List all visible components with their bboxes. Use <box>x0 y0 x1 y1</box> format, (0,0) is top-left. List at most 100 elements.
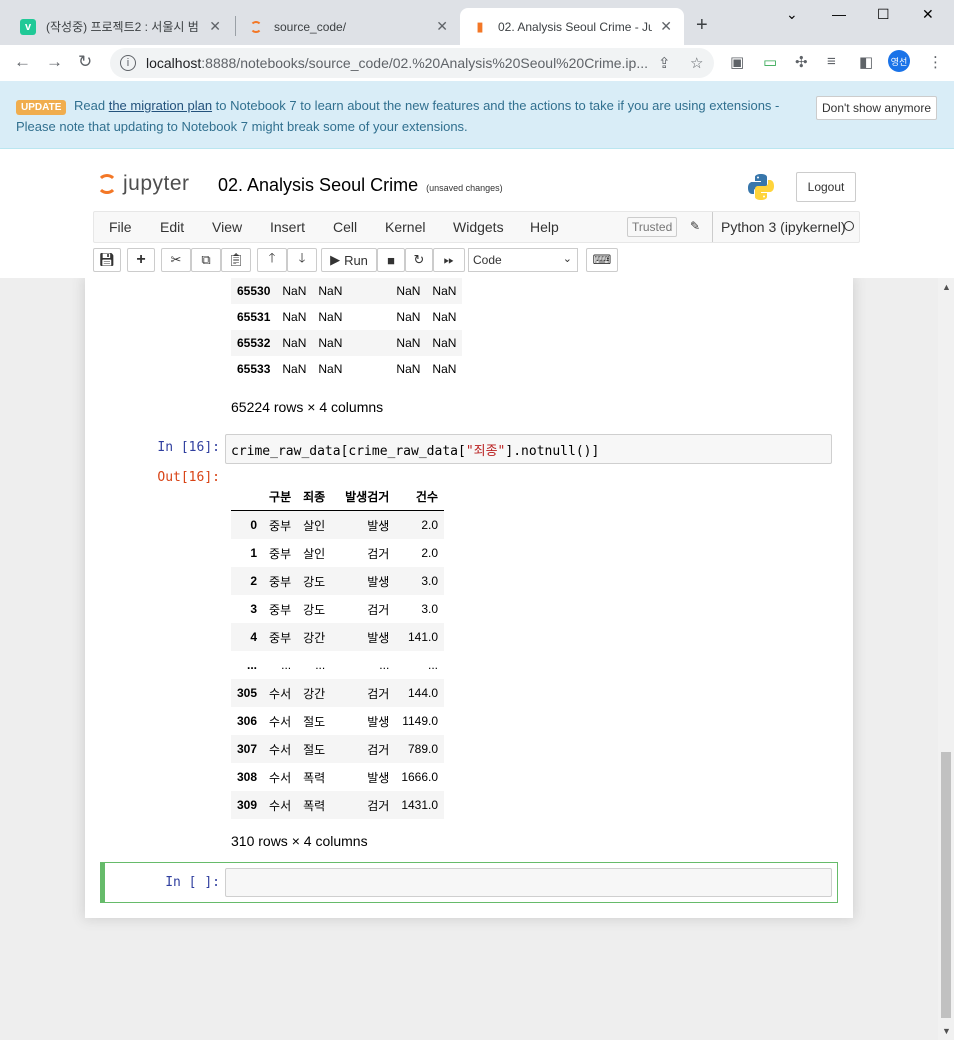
save-button[interactable]: 💾︎ <box>93 248 121 272</box>
banner-text-before: Read <box>74 98 106 113</box>
bookmark-star-icon[interactable]: ☆ <box>690 54 703 72</box>
command-palette-button[interactable]: ⌨ <box>586 248 618 272</box>
more-menu-icon[interactable]: ⋮ <box>928 53 943 71</box>
logout-button[interactable]: Logout <box>796 172 856 202</box>
menu-insert[interactable]: Insert <box>270 219 305 235</box>
jupyter-logo[interactable]: jupyter <box>97 172 190 196</box>
python-logo-icon <box>748 174 774 200</box>
move-up-button[interactable]: 🡑 <box>257 248 287 272</box>
close-icon[interactable]: ✕ <box>436 18 448 35</box>
row-index: 0 <box>250 518 258 532</box>
url-host: localhost <box>146 55 202 71</box>
cell-16-code-input[interactable]: crime_raw_data[crime_raw_data["죄종"].notn… <box>225 434 832 464</box>
scroll-down-icon[interactable]: ▼ <box>942 1026 951 1036</box>
back-icon[interactable]: ← <box>14 52 31 72</box>
maximize-icon[interactable]: ☐ <box>877 6 890 23</box>
browser-tab-notebook[interactable]: ▮ 02. Analysis Seoul Crime - Jupyter ✕ <box>460 8 684 45</box>
row-index: 308 <box>237 770 258 784</box>
share-icon[interactable]: ⇪ <box>658 54 671 72</box>
notebook-site[interactable]: 65530 NaN NaN NaN NaN 65531 NaN NaN NaN NaN 65532 N… <box>0 278 938 1040</box>
tab-search-icon[interactable]: ⌄ <box>786 6 798 23</box>
row-index: 65530 <box>237 284 271 298</box>
minimize-icon[interactable]: — <box>832 6 846 22</box>
scroll-up-icon[interactable]: ▲ <box>942 282 951 292</box>
page-scrollbar[interactable]: ▲ ▼ <box>938 278 954 1040</box>
insert-cell-button[interactable]: + <box>127 248 155 272</box>
run-button[interactable]: ▶ Run <box>321 248 377 272</box>
copy-button[interactable]: ⧉ <box>191 248 221 272</box>
url-bar[interactable]: i localhost:8888/notebooks/source_code/0… <box>110 48 714 78</box>
extension-2-icon[interactable]: ▭ <box>763 53 777 71</box>
table-row: 65532 NaN NaN NaN NaN <box>231 330 463 356</box>
table-cell: ... <box>281 658 292 672</box>
cut-button[interactable]: ✂ <box>161 248 191 272</box>
browser-tab-strip: v (작성중) 프로젝트2 : 서울시 범 ✕ source_code/ ✕ ▮… <box>0 0 954 45</box>
restart-icon: ↻ <box>413 252 425 267</box>
empty-cell-in-prompt: In [ ]: <box>165 875 220 890</box>
notebook-name[interactable]: 02. Analysis Seoul Crime (unsaved change… <box>218 175 503 196</box>
trusted-indicator[interactable]: Trusted <box>627 217 678 237</box>
arrow-up-icon: 🡑 <box>268 250 276 265</box>
table-cell: NaN <box>432 284 457 298</box>
menu-edit[interactable]: Edit <box>160 219 184 235</box>
side-panel-icon[interactable]: ◧ <box>859 53 873 71</box>
dont-show-anymore-button[interactable]: Don't show anymore <box>816 96 938 120</box>
menu-kernel[interactable]: Kernel <box>385 219 425 235</box>
browser-tab-source-code[interactable]: source_code/ ✕ <box>236 8 460 45</box>
reading-list-icon[interactable]: ≡ <box>827 53 836 70</box>
plus-icon: + <box>136 251 146 268</box>
kernel-name[interactable]: Python 3 (ipykernel) <box>712 212 846 242</box>
table-cell: 중부 <box>269 630 292 645</box>
jupyter-icon <box>248 19 264 35</box>
table-row: ............... <box>231 651 444 679</box>
move-down-button[interactable]: 🡓 <box>287 248 317 272</box>
migration-plan-link[interactable]: the migration plan <box>109 98 212 113</box>
cell-type-select[interactable]: Code ⌄ <box>468 248 578 272</box>
table-cell: 1666.0 <box>401 770 439 784</box>
close-icon[interactable]: ✕ <box>660 18 672 35</box>
table-row: 307 수서 절도 검거 789.0 <box>231 735 445 763</box>
row-index: 2 <box>250 574 258 588</box>
table-row: 1 중부 살인 검거 2.0 <box>231 539 444 567</box>
restart-button[interactable]: ↻ <box>405 248 433 272</box>
table-cell: 1431.0 <box>401 798 439 812</box>
extension-1-icon[interactable]: ▣ <box>730 53 744 71</box>
table-cell: 3.0 <box>421 574 439 588</box>
new-tab-icon[interactable]: + <box>696 14 708 37</box>
table-cell: 수서 <box>269 742 292 757</box>
menu-cell[interactable]: Cell <box>333 219 357 235</box>
tab-title: 02. Analysis Seoul Crime - Jupyter <box>498 19 653 34</box>
row-index: 3 <box>250 602 258 616</box>
table-cell: 강도 <box>303 602 326 617</box>
close-icon[interactable]: ✕ <box>209 18 221 35</box>
table-cell: 1149.0 <box>402 714 439 728</box>
extensions-puzzle-icon[interactable]: ✣ <box>795 53 808 71</box>
table-cell: NaN <box>282 362 307 376</box>
menu-view[interactable]: View <box>212 219 242 235</box>
paste-icon: 📋︎ <box>227 252 245 267</box>
reload-icon[interactable]: ↻ <box>78 52 92 72</box>
table-cell: ... <box>379 658 390 672</box>
restart-run-all-button[interactable]: ⏩︎ <box>433 248 465 272</box>
menu-help[interactable]: Help <box>530 219 559 235</box>
paste-button[interactable]: 📋︎ <box>221 248 251 272</box>
table-row: 65530 NaN NaN NaN NaN <box>231 278 463 304</box>
table-cell: NaN <box>318 362 343 376</box>
table-row: 0 중부 살인 발생 2.0 <box>231 510 445 539</box>
menu-file[interactable]: File <box>109 219 132 235</box>
info-icon[interactable]: i <box>120 55 136 71</box>
table-cell: 검거 <box>367 546 390 561</box>
empty-cell-code-input[interactable] <box>225 868 832 897</box>
browser-tab-velog[interactable]: v (작성중) 프로젝트2 : 서울시 범 ✕ <box>8 8 233 45</box>
table-cell: 수서 <box>269 770 292 785</box>
menu-widgets[interactable]: Widgets <box>453 219 504 235</box>
close-window-icon[interactable]: ✕ <box>922 6 934 23</box>
dataframe-header-row: 구분 죄종 발생검거 건수 <box>231 482 445 511</box>
row-index: 65532 <box>237 336 271 350</box>
interrupt-button[interactable]: ■ <box>377 248 405 272</box>
scrollbar-thumb[interactable] <box>941 752 951 1018</box>
row-index: 307 <box>237 742 258 756</box>
dataframe-16-body: 0 중부 살인 발생 2.0 1 중부 살인 검거 2.0 2 중부 강도 발생 3.0 3 중부 강도 검거 3.0… <box>231 510 445 819</box>
forward-icon[interactable]: → <box>46 52 63 72</box>
profile-avatar[interactable]: 영선 <box>888 50 910 72</box>
